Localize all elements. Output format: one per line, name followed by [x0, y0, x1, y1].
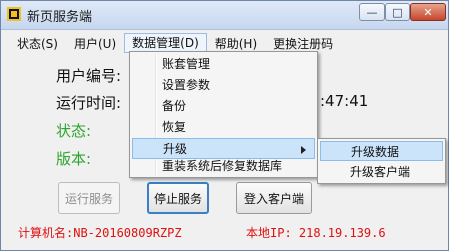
upgrade-submenu: 升级数据 升级客户端	[317, 138, 446, 184]
run-time-label: 运行时间:	[56, 94, 122, 112]
login-client-button[interactable]: 登入客户端	[236, 182, 312, 214]
dropdown-item-restore[interactable]: 恢复	[132, 117, 315, 138]
close-button[interactable]: ✕	[410, 3, 446, 21]
submenu-item-label: 升级客户端	[350, 165, 411, 179]
run-time-value: :47:41	[320, 92, 369, 110]
dropdown-item-label: 恢复	[162, 120, 187, 134]
stop-service-button[interactable]: 停止服务	[147, 182, 209, 214]
menu-user[interactable]: 用户(U)	[66, 34, 124, 54]
menu-data-management[interactable]: 数据管理(D)	[124, 33, 207, 53]
menu-status[interactable]: 状态(S)	[9, 34, 66, 54]
maximize-button[interactable]: □	[385, 3, 410, 21]
local-ip-text: 本地IP: 218.19.139.6	[246, 226, 386, 240]
dropdown-item-label: 账套管理	[162, 57, 211, 71]
app-logo-icon	[7, 7, 21, 21]
dropdown-item-label: 备份	[162, 99, 187, 113]
minimize-button[interactable]: —	[359, 3, 385, 21]
main-window: 新页服务端 — □ ✕ 状态(S) 用户(U) 数据管理(D) 帮助(H) 更换…	[0, 0, 449, 251]
run-service-button[interactable]: 运行服务	[58, 182, 120, 214]
version-label: 版本:	[56, 150, 92, 168]
submenu-item-upgrade-data[interactable]: 升级数据	[320, 141, 443, 161]
submenu-item-upgrade-client[interactable]: 升级客户端	[320, 162, 443, 182]
computer-name-text: 计算机名:NB-20160809RZPZ	[18, 226, 182, 240]
dropdown-item-label: 设置参数	[162, 78, 211, 92]
dropdown-item-repair-database[interactable]: 重装系统后修复数据库	[132, 156, 315, 177]
data-management-dropdown: 账套管理 设置参数 备份 恢复 升级 重装系统后修复数据库	[129, 51, 318, 178]
dropdown-item-backup[interactable]: 备份	[132, 96, 315, 117]
submenu-item-label: 升级数据	[351, 145, 400, 159]
dropdown-item-settings[interactable]: 设置参数	[132, 75, 315, 96]
title-bar[interactable]: 新页服务端 — □ ✕	[1, 1, 448, 30]
status-label: 状态:	[56, 122, 92, 140]
submenu-arrow-icon	[301, 146, 306, 154]
user-id-label: 用户编号:	[56, 67, 122, 85]
dropdown-item-account-management[interactable]: 账套管理	[132, 54, 315, 75]
window-title: 新页服务端	[27, 10, 93, 25]
dropdown-item-label: 重装系统后修复数据库	[162, 159, 283, 173]
